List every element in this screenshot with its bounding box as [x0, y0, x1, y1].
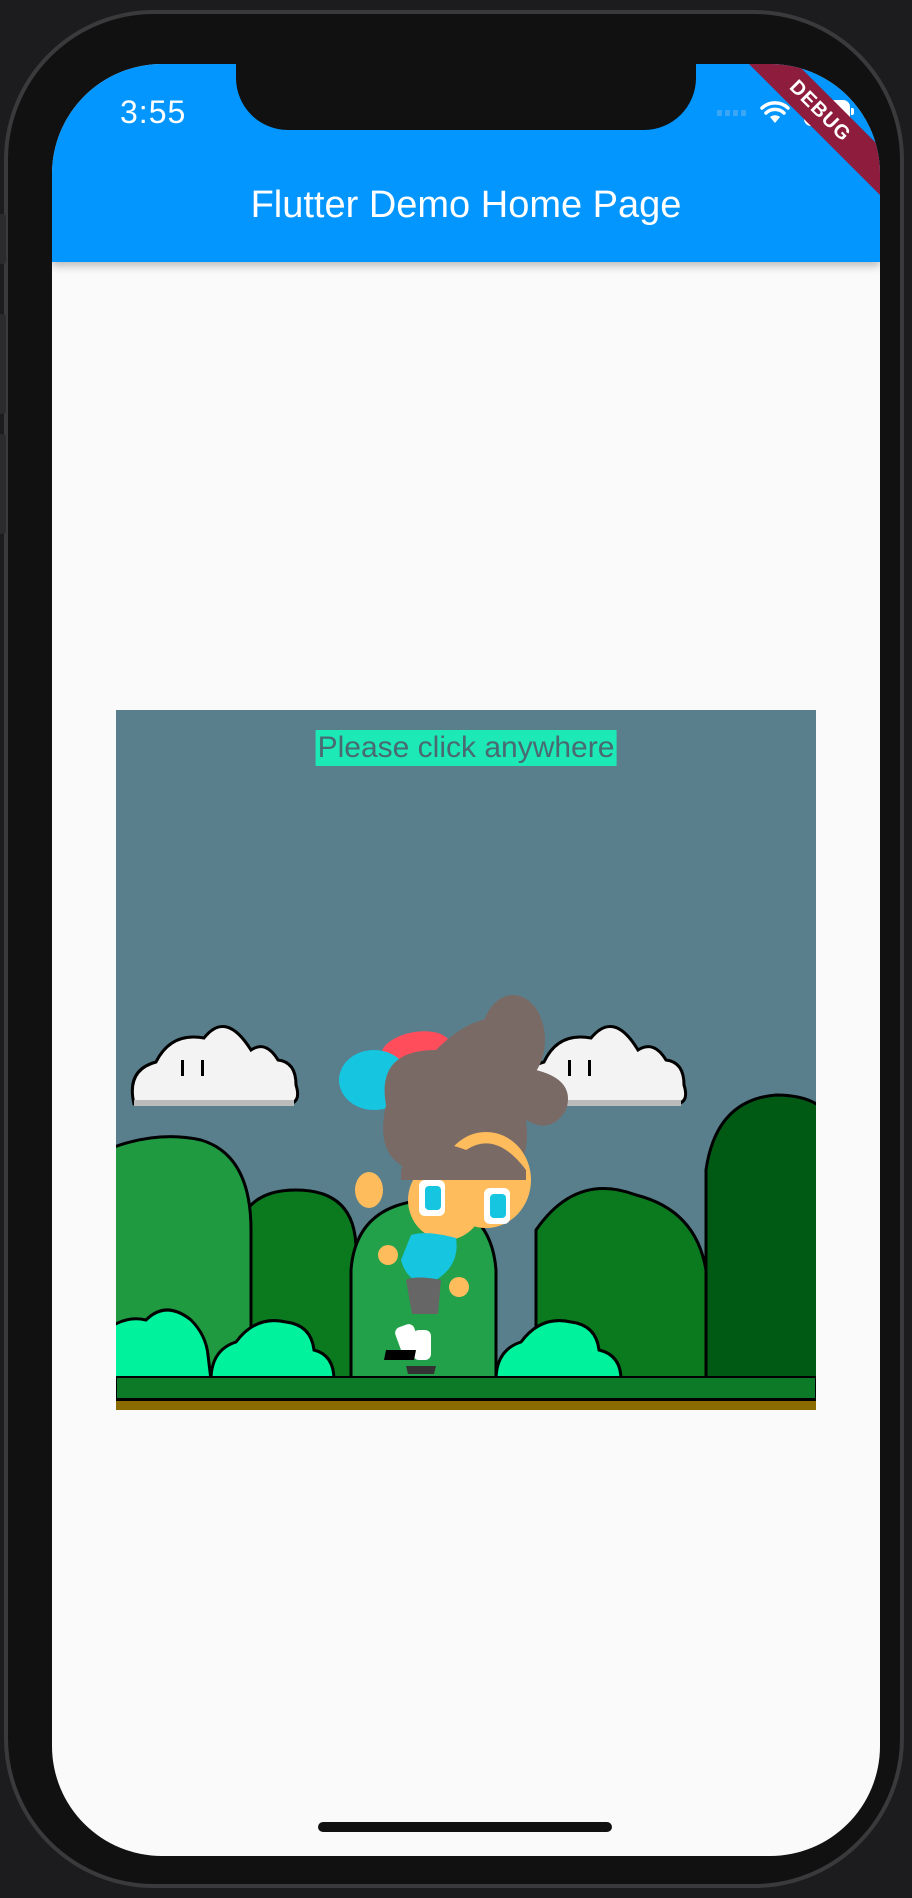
- wifi-icon: [760, 101, 790, 123]
- app-bar: 3:55 DEBUG Flutter Demo Home Page: [52, 64, 880, 262]
- volume-down-button: [0, 434, 6, 534]
- status-time: 3:55: [120, 94, 187, 130]
- screen: 3:55 DEBUG Flutter Demo Home Page Please…: [52, 64, 880, 1856]
- phone-frame: 3:55 DEBUG Flutter Demo Home Page Please…: [0, 10, 904, 1888]
- ground: [116, 1376, 816, 1410]
- click-anywhere-hint: Please click anywhere: [315, 730, 617, 766]
- app-title: Flutter Demo Home Page: [250, 184, 682, 226]
- game-canvas[interactable]: Please click anywhere: [116, 710, 816, 1410]
- volume-up-button: [0, 314, 6, 414]
- cloud-left: [130, 1025, 300, 1106]
- cellular-signal-icon: [717, 110, 746, 116]
- notch: [236, 64, 696, 130]
- side-button: [0, 214, 6, 264]
- game-scene: [116, 995, 816, 1410]
- home-indicator[interactable]: [318, 1822, 612, 1832]
